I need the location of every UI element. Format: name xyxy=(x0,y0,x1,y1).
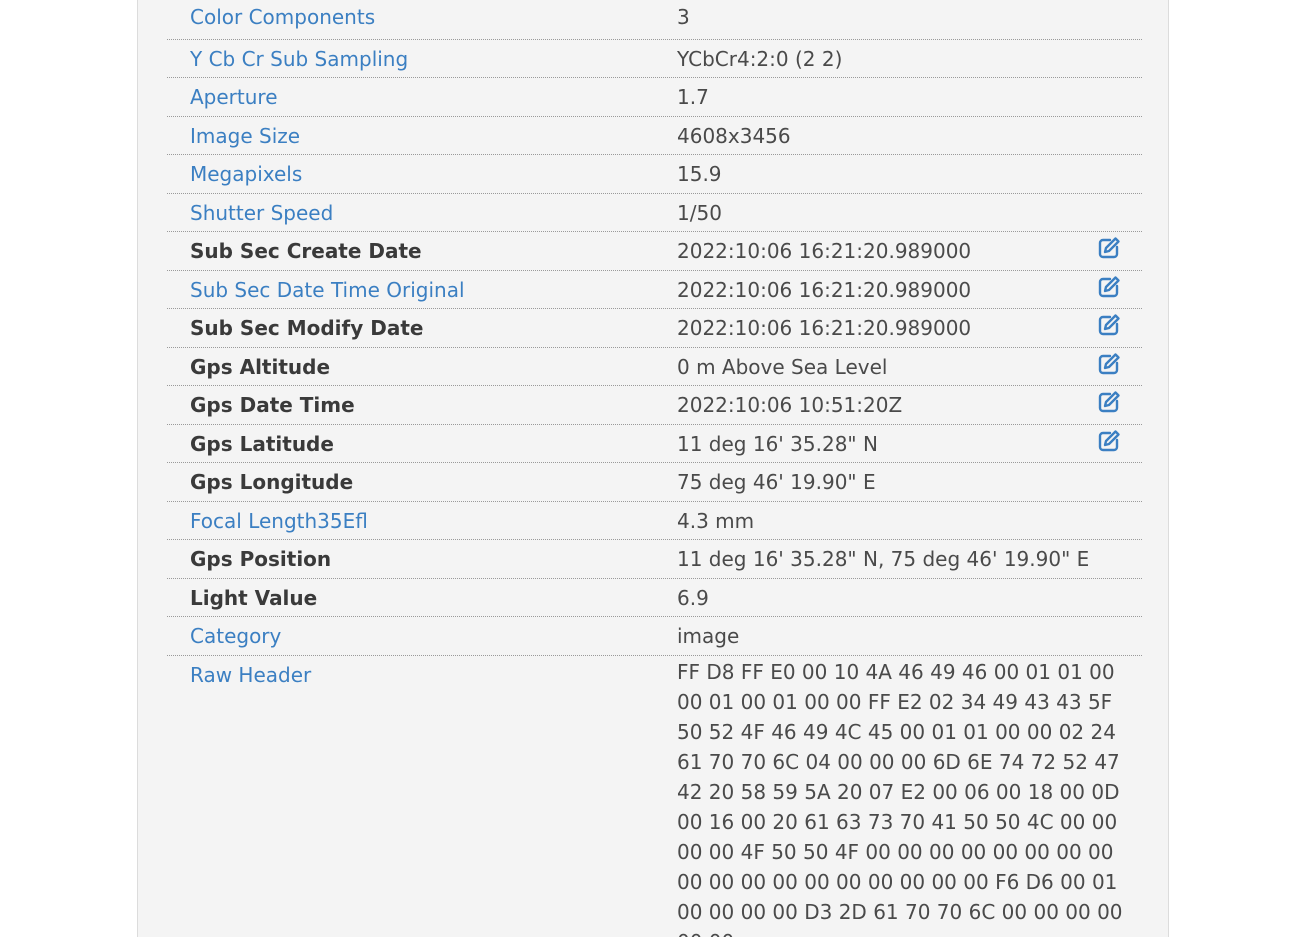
table-row: Megapixels 15.9 xyxy=(167,154,1142,193)
field-value: YCbCr4:2:0 (2 2) xyxy=(677,46,843,71)
field-name: Gps Position xyxy=(190,547,332,571)
table-row: Aperture 1.7 xyxy=(167,77,1142,116)
table-row: Focal Length35Efl 4.3 mm xyxy=(167,500,1142,540)
table-row: Gps Longitude 75 deg 46' 19.90" E xyxy=(167,462,1142,501)
table-row: Light Value 6.9 xyxy=(167,577,1142,617)
field-name: Sub Sec Create Date xyxy=(190,239,422,263)
table-row: Y Cb Cr Sub Sampling YCbCr4:2:0 (2 2) xyxy=(167,38,1142,78)
table-row: Category image xyxy=(167,616,1142,655)
field-name-link[interactable]: Aperture xyxy=(190,84,278,110)
table-row: Gps Date Time 2022:10:06 10:51:20Z xyxy=(167,385,1142,424)
table-row: Gps Position 11 deg 16' 35.28" N, 75 deg … xyxy=(167,539,1142,578)
field-name-link[interactable]: Category xyxy=(190,623,281,649)
edit-icon[interactable] xyxy=(1097,352,1121,376)
field-name: Gps Latitude xyxy=(190,431,334,456)
field-value: 4608x3456 xyxy=(677,123,791,148)
edit-icon[interactable] xyxy=(1097,313,1121,337)
table-row: Raw Header FF D8 FF E0 00 10 4A 46 49 46 … xyxy=(167,654,1142,937)
table-row: Color Components 3 xyxy=(167,0,1142,39)
field-value: 2022:10:06 16:21:20.989000 xyxy=(677,239,972,263)
field-value: 6.9 xyxy=(677,585,709,610)
field-name-link[interactable]: Image Size xyxy=(190,123,300,149)
field-name-link[interactable]: Y Cb Cr Sub Sampling xyxy=(190,46,408,72)
field-name-link[interactable]: Focal Length35Efl xyxy=(190,508,368,534)
field-name: Light Value xyxy=(190,585,318,610)
field-name: Gps Longitude xyxy=(190,470,354,494)
field-name-link[interactable]: Sub Sec Date Time Original xyxy=(190,277,465,303)
field-value: 11 deg 16' 35.28" N xyxy=(677,431,878,456)
metadata-table: Color Components 3 Y Cb Cr Sub Sampling YCb… xyxy=(167,0,1142,937)
metadata-panel: Color Components 3 Y Cb Cr Sub Sampling YCb… xyxy=(137,0,1169,937)
field-value: 0 m Above Sea Level xyxy=(677,354,888,379)
field-name-link[interactable]: Megapixels xyxy=(190,161,302,187)
edit-icon[interactable] xyxy=(1097,236,1121,260)
field-name: Gps Date Time xyxy=(190,393,355,417)
field-value: 11 deg 16' 35.28" N, 75 deg 46' 19.90" E xyxy=(677,547,1090,571)
table-row: Sub Sec Create Date 2022:10:06 16:21:20.9… xyxy=(167,231,1142,270)
field-value: image xyxy=(677,624,740,648)
table-row: Image Size 4608x3456 xyxy=(167,115,1142,155)
field-name-link[interactable]: Color Components xyxy=(190,4,375,30)
edit-icon[interactable] xyxy=(1097,429,1121,453)
field-value: 3 xyxy=(677,5,690,29)
table-row: Sub Sec Modify Date 2022:10:06 16:21:20.9… xyxy=(167,308,1142,347)
field-value: 2022:10:06 10:51:20Z xyxy=(677,393,903,417)
field-value: 75 deg 46' 19.90" E xyxy=(677,470,876,494)
edit-icon[interactable] xyxy=(1097,275,1121,299)
field-value: 2022:10:06 16:21:20.989000 xyxy=(677,316,972,340)
table-row: Gps Latitude 11 deg 16' 35.28" N xyxy=(167,423,1142,463)
field-name: Sub Sec Modify Date xyxy=(190,316,424,340)
field-value: 1/50 xyxy=(677,200,722,225)
field-name-link[interactable]: Raw Header xyxy=(190,662,311,688)
field-name: Gps Altitude xyxy=(190,354,331,379)
field-value: 4.3 mm xyxy=(677,508,755,533)
field-name-link[interactable]: Shutter Speed xyxy=(190,200,333,226)
field-value: FF D8 FF E0 00 10 4A 46 49 46 00 01 01 0… xyxy=(677,659,1123,937)
table-row: Sub Sec Date Time Original 2022:10:06 16:… xyxy=(167,269,1142,309)
field-value: 1.7 xyxy=(677,85,709,109)
edit-icon[interactable] xyxy=(1097,390,1121,414)
table-row: Gps Altitude 0 m Above Sea Level xyxy=(167,346,1142,386)
table-row: Shutter Speed 1/50 xyxy=(167,192,1142,232)
field-value: 15.9 xyxy=(677,162,722,186)
field-value: 2022:10:06 16:21:20.989000 xyxy=(677,277,972,302)
